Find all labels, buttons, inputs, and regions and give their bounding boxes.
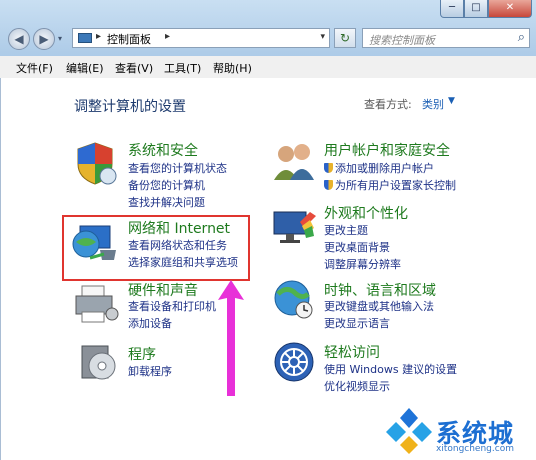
link-adjust-resolution[interactable]: 调整屏幕分辨率	[324, 256, 401, 272]
breadcrumb-separator-icon[interactable]: ▸	[96, 31, 101, 42]
link-devices-printers[interactable]: 查看设备和打印机	[128, 298, 216, 314]
link-parental-controls[interactable]: 为所有用户设置家长控制	[324, 177, 456, 193]
maximize-button[interactable]: □	[464, 0, 488, 18]
view-by-chevron-down-icon[interactable]: ▼	[448, 96, 455, 106]
menu-tools[interactable]: 工具(T)	[164, 60, 201, 76]
category-title-hardware-sound[interactable]: 硬件和声音	[128, 280, 198, 300]
category-title-clock-language-region[interactable]: 时钟、语言和区域	[324, 280, 436, 300]
menu-help[interactable]: 帮助(H)	[213, 60, 252, 76]
ease-of-access-icon[interactable]	[272, 340, 316, 384]
search-input[interactable]: 搜索控制面板 ⌕	[362, 28, 530, 48]
link-change-desktop-background[interactable]: 更改桌面背景	[324, 239, 390, 255]
watermark-logo-icon	[386, 408, 432, 454]
uac-shield-icon	[324, 163, 333, 173]
menu-bar: 文件(F) 编辑(E) 查看(V) 工具(T) 帮助(H)	[0, 56, 536, 79]
category-title-system-security[interactable]: 系统和安全	[128, 140, 198, 160]
link-uninstall-program[interactable]: 卸载程序	[128, 363, 172, 379]
refresh-button[interactable]: ↻	[334, 28, 356, 48]
link-recommended-settings[interactable]: 使用 Windows 建议的设置	[324, 361, 457, 377]
breadcrumb-separator-icon[interactable]: ▸	[165, 31, 170, 42]
link-optimize-display[interactable]: 优化视频显示	[324, 378, 390, 394]
category-title-programs[interactable]: 程序	[128, 344, 156, 364]
link-change-theme[interactable]: 更改主题	[324, 222, 368, 238]
category-title-appearance[interactable]: 外观和个性化	[324, 203, 408, 223]
watermark-subtext: xitongcheng.com	[436, 444, 514, 454]
search-placeholder: 搜索控制面板	[369, 34, 435, 47]
system-security-shield-icon[interactable]	[72, 140, 118, 186]
window-titlebar: ─ □ ✕ ◀ ▶ ▾ ▸ 控制面板 ▸ ▾ ↻ 搜索控制面板 ⌕	[0, 0, 536, 64]
link-backup-computer[interactable]: 备份您的计算机	[128, 177, 205, 193]
control-panel-icon	[78, 33, 92, 43]
link-parental-controls-label: 为所有用户设置家长控制	[335, 179, 456, 192]
link-add-device[interactable]: 添加设备	[128, 315, 172, 331]
link-add-remove-accounts[interactable]: 添加或删除用户帐户	[324, 160, 434, 176]
link-change-display-language[interactable]: 更改显示语言	[324, 315, 390, 331]
appearance-monitor-icon[interactable]	[270, 208, 318, 248]
page-title: 调整计算机的设置	[74, 99, 186, 115]
annotation-highlight-box	[62, 215, 250, 281]
minimize-button[interactable]: ─	[440, 0, 464, 18]
clock-language-globe-icon[interactable]	[272, 278, 316, 320]
link-troubleshoot[interactable]: 查找并解决问题	[128, 194, 205, 210]
menu-edit[interactable]: 编辑(E)	[66, 60, 104, 76]
link-change-keyboard[interactable]: 更改键盘或其他输入法	[324, 298, 434, 314]
address-bar[interactable]: ▸ 控制面板 ▸ ▾	[72, 28, 330, 48]
menu-file[interactable]: 文件(F)	[16, 60, 53, 76]
search-icon[interactable]: ⌕	[518, 30, 525, 45]
back-button[interactable]: ◀	[8, 28, 30, 50]
printer-icon[interactable]	[74, 284, 120, 324]
view-by-dropdown[interactable]: 类别	[422, 96, 444, 112]
recent-pages-dropdown-icon[interactable]: ▾	[58, 34, 62, 43]
close-button[interactable]: ✕	[488, 0, 532, 18]
category-title-ease-of-access[interactable]: 轻松访问	[324, 342, 380, 362]
breadcrumb-control-panel[interactable]: 控制面板	[107, 31, 151, 47]
annotation-arrow-icon	[218, 280, 244, 396]
forward-button[interactable]: ▶	[33, 28, 55, 50]
category-title-user-accounts[interactable]: 用户帐户和家庭安全	[324, 140, 450, 160]
menu-view[interactable]: 查看(V)	[115, 60, 153, 76]
link-view-computer-status[interactable]: 查看您的计算机状态	[128, 160, 227, 176]
view-by-label: 查看方式:	[364, 98, 412, 111]
user-accounts-icon[interactable]	[270, 140, 318, 184]
address-dropdown-icon[interactable]: ▾	[320, 32, 325, 42]
uac-shield-icon	[324, 180, 333, 190]
link-add-remove-accounts-label: 添加或删除用户帐户	[335, 162, 434, 175]
programs-disc-icon[interactable]	[78, 340, 120, 382]
